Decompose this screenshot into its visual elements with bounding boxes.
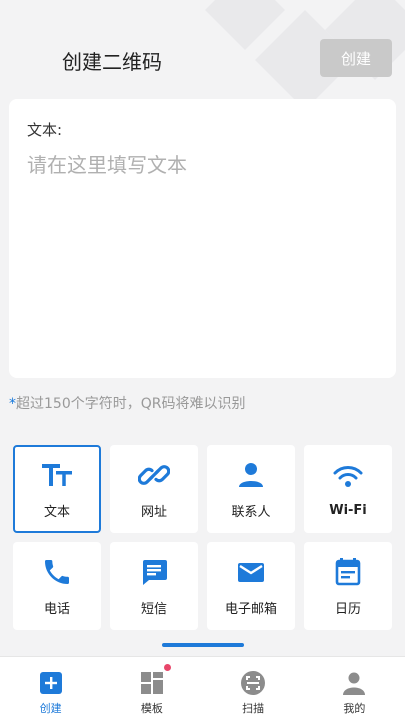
nav-label: 创建 [39, 702, 62, 715]
bottom-navigation: 创建 模板 扫描 我的 [0, 656, 405, 720]
type-sms-tile[interactable]: 短信 [110, 542, 198, 630]
text-editor-card: 文本: [9, 99, 396, 378]
type-text-tile[interactable]: 文本 [13, 445, 101, 533]
create-button[interactable]: 创建 [320, 39, 392, 77]
plus-square-icon [38, 670, 64, 696]
type-label: 联系人 [231, 504, 271, 520]
char-limit-hint: *超过150个字符时，QR码将难以识别 [9, 396, 246, 412]
nav-scan[interactable]: 扫描 [203, 657, 304, 720]
nav-label: 扫描 [242, 702, 265, 715]
text-size-icon [41, 459, 73, 491]
link-icon [138, 459, 170, 491]
text-input[interactable] [27, 149, 379, 359]
nav-templates[interactable]: 模板 [101, 657, 202, 720]
page-title: 创建二维码 [62, 50, 162, 74]
person-icon [235, 459, 267, 491]
page-indicator [162, 643, 244, 647]
header: 创建二维码 创建 [0, 0, 405, 100]
type-calendar-tile[interactable]: 日历 [304, 542, 392, 630]
nav-create[interactable]: 创建 [0, 657, 101, 720]
type-label: Wi-Fi [329, 502, 367, 518]
mail-icon [235, 556, 267, 588]
type-wifi-tile[interactable]: Wi-Fi [304, 445, 392, 533]
text-field-label: 文本: [27, 121, 63, 139]
notification-badge [163, 664, 171, 671]
type-phone-tile[interactable]: 电话 [13, 542, 101, 630]
type-email-tile[interactable]: 电子邮箱 [207, 542, 295, 630]
type-label: 电话 [43, 601, 70, 617]
template-grid-icon [139, 664, 171, 696]
nav-label: 模板 [140, 702, 163, 715]
phone-icon [41, 556, 73, 588]
nav-profile[interactable]: 我的 [304, 657, 405, 720]
type-label: 文本 [43, 504, 70, 520]
profile-icon [341, 670, 367, 696]
wifi-icon [332, 461, 364, 493]
type-url-tile[interactable]: 网址 [110, 445, 198, 533]
scan-icon [240, 670, 266, 696]
type-label: 网址 [140, 504, 167, 520]
qr-type-grid: 文本 网址 联系人 Wi-Fi 电话 短信 电子邮箱 日历 [13, 445, 393, 630]
message-icon [138, 556, 170, 588]
type-contact-tile[interactable]: 联系人 [207, 445, 295, 533]
type-label: 电子邮箱 [224, 601, 277, 617]
type-label: 短信 [140, 601, 167, 617]
calendar-icon [332, 556, 364, 588]
nav-label: 我的 [343, 702, 366, 715]
type-label: 日历 [334, 601, 361, 617]
